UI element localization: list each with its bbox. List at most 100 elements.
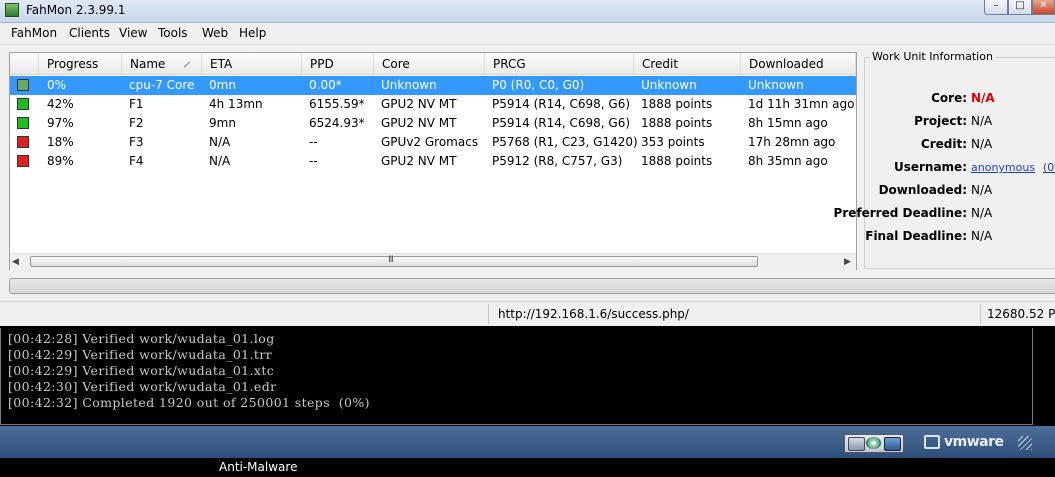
header-status[interactable] — [10, 53, 39, 74]
wu-title: Work Unit Information — [870, 50, 995, 63]
cell-core: GPU2 NV MT — [381, 97, 457, 111]
status-separator — [980, 304, 981, 324]
scroll-thumb[interactable]: III — [30, 255, 758, 267]
cell-ppd: 0.00* — [309, 78, 342, 92]
vmware-logo: vmware — [944, 434, 1004, 450]
header-downloaded-label: Downloaded — [749, 57, 824, 71]
cell-downloaded: 17h 28mn ago — [748, 135, 836, 149]
wu-preferred-deadline-label: Preferred Deadline: — [833, 206, 967, 220]
header-ppd[interactable]: PPD — [302, 53, 374, 74]
header-credit[interactable]: Credit — [634, 53, 741, 74]
scroll-grip-icon: III — [388, 255, 394, 265]
cell-credit: 1888 points — [641, 116, 713, 130]
table-row[interactable]: 42% F1 4h 13mn 6155.59* GPU2 NV MT P5914 (R14… — [10, 95, 856, 114]
client-status-icon — [17, 117, 29, 129]
table-row[interactable]: 97% F2 9mn 6524.93* GPU2 NV MT P5914 (R14, C6… — [10, 114, 856, 133]
list-header: Progress Name ETA PPD Core PRCG Credit D… — [10, 53, 856, 75]
cell-core: GPU2 NV MT — [381, 116, 457, 130]
fahmon-window: FahMon 2.3.99.1 – □ ✕ FahMon Clients Vie… — [0, 0, 1055, 326]
status-url: http://192.168.1.6/success.php/ — [498, 307, 689, 321]
resize-grip-icon[interactable] — [1018, 436, 1032, 450]
scroll-right-icon[interactable]: ▶ — [844, 257, 851, 267]
header-name-label: Name — [130, 57, 166, 71]
header-prcg-label: PRCG — [493, 57, 526, 71]
cd-drive-icon[interactable] — [866, 437, 881, 449]
cell-ppd: 6155.59* — [309, 97, 365, 111]
header-core[interactable]: Core — [374, 53, 485, 74]
client-status-icon — [17, 98, 29, 110]
cell-name: F1 — [129, 97, 144, 111]
work-unit-info-panel: Work Unit Information Core: N/A Project:… — [834, 45, 1055, 270]
cell-progress: 97% — [47, 116, 74, 130]
scroll-left-icon[interactable]: ◀ — [12, 257, 19, 267]
taskbar-label[interactable]: Anti-Malware — [219, 460, 297, 474]
fahmon-app-icon — [5, 3, 19, 17]
window-title: FahMon 2.3.99.1 — [26, 3, 126, 17]
wu-username-value: anonymous (0) — [971, 160, 1055, 174]
menu-web[interactable]: Web — [202, 26, 228, 40]
username-link[interactable]: anonymous — [971, 161, 1035, 174]
taskbar: Anti-Malware — [0, 458, 1055, 477]
header-progress[interactable]: Progress — [39, 53, 122, 74]
cell-name: F2 — [129, 116, 144, 130]
cell-ppd: -- — [309, 154, 318, 168]
console-line: [00:42:32] Completed 1920 out of 250001 … — [8, 395, 370, 410]
cell-progress: 42% — [47, 97, 74, 111]
cell-credit: 353 points — [641, 135, 705, 149]
client-list: Progress Name ETA PPD Core PRCG Credit D… — [9, 52, 857, 270]
wu-core-value: N/A — [971, 91, 995, 105]
sort-indicator-icon — [184, 61, 191, 68]
header-downloaded[interactable]: Downloaded — [741, 53, 856, 74]
cell-progress: 89% — [47, 154, 74, 168]
console-line: [00:42:29] Verified work/wudata_01.trr — [8, 347, 273, 362]
team-link[interactable]: (0) — [1043, 161, 1055, 174]
cell-credit: 1888 points — [641, 97, 713, 111]
horizontal-scrollbar[interactable]: ◀ III ▶ — [10, 253, 856, 270]
maximize-button[interactable]: □ — [1008, 0, 1032, 15]
wu-project-label: Project: — [914, 114, 967, 128]
cell-downloaded: Unknown — [748, 78, 804, 92]
header-name[interactable]: Name — [122, 53, 202, 74]
table-row[interactable]: 89% F4 N/A -- GPU2 NV MT P5912 (R8, C757, G3)… — [10, 152, 856, 171]
menu-tools[interactable]: Tools — [158, 26, 188, 40]
cell-credit: Unknown — [641, 78, 697, 92]
status-total-ppd: 12680.52 PPD — [987, 307, 1055, 321]
vmware-toolbar: vmware — [0, 426, 1055, 458]
header-credit-label: Credit — [642, 57, 679, 71]
menu-bar: FahMon Clients View Tools Web Help — [0, 23, 1055, 45]
vmware-logo-icon — [924, 435, 940, 449]
cell-eta: 9mn — [209, 116, 236, 130]
table-row[interactable]: 0% cpu-7 Core 0mn 0.00* Unknown P0 (R0, C0, G… — [10, 76, 856, 95]
wu-downloaded-label: Downloaded: — [878, 183, 967, 197]
wu-final-deadline-value: N/A — [971, 229, 993, 243]
cell-name: F3 — [129, 135, 144, 149]
cell-downloaded: 8h 35mn ago — [748, 154, 828, 168]
client-status-icon — [17, 79, 29, 91]
vm-devices-tray[interactable] — [844, 434, 904, 453]
menu-help[interactable]: Help — [239, 26, 266, 40]
wu-downloaded-value: N/A — [971, 183, 993, 197]
progress-bar — [9, 278, 1055, 294]
table-row[interactable]: 18% F3 N/A -- GPUv2 Gromacs P5768 (R1, C23, G… — [10, 133, 856, 152]
menu-view[interactable]: View — [119, 26, 147, 40]
header-progress-label: Progress — [47, 57, 99, 71]
header-eta[interactable]: ETA — [202, 53, 302, 74]
cell-progress: 0% — [47, 78, 67, 92]
header-core-label: Core — [382, 57, 410, 71]
console-window: [00:42:28] Verified work/wudata_01.log [… — [0, 328, 1033, 425]
menu-fahmon[interactable]: FahMon — [11, 26, 57, 40]
wu-credit-label: Credit: — [920, 137, 967, 151]
hard-disk-icon[interactable] — [848, 437, 865, 451]
title-bar[interactable]: FahMon 2.3.99.1 – □ ✕ — [0, 0, 1055, 23]
network-icon[interactable] — [884, 437, 901, 451]
close-button[interactable]: ✕ — [1032, 0, 1055, 15]
menu-clients[interactable]: Clients — [69, 26, 110, 40]
cell-core: GPUv2 Gromacs — [381, 135, 479, 149]
header-prcg[interactable]: PRCG — [485, 53, 634, 74]
minimize-button[interactable]: – — [984, 0, 1008, 15]
wu-final-deadline-label: Final Deadline: — [865, 229, 967, 243]
cell-prcg: P5768 (R1, C23, G1420) — [492, 135, 638, 149]
header-ppd-label: PPD — [310, 57, 334, 71]
cell-prcg: P5914 (R14, C698, G6) — [492, 97, 631, 111]
cell-ppd: 6524.93* — [309, 116, 365, 130]
